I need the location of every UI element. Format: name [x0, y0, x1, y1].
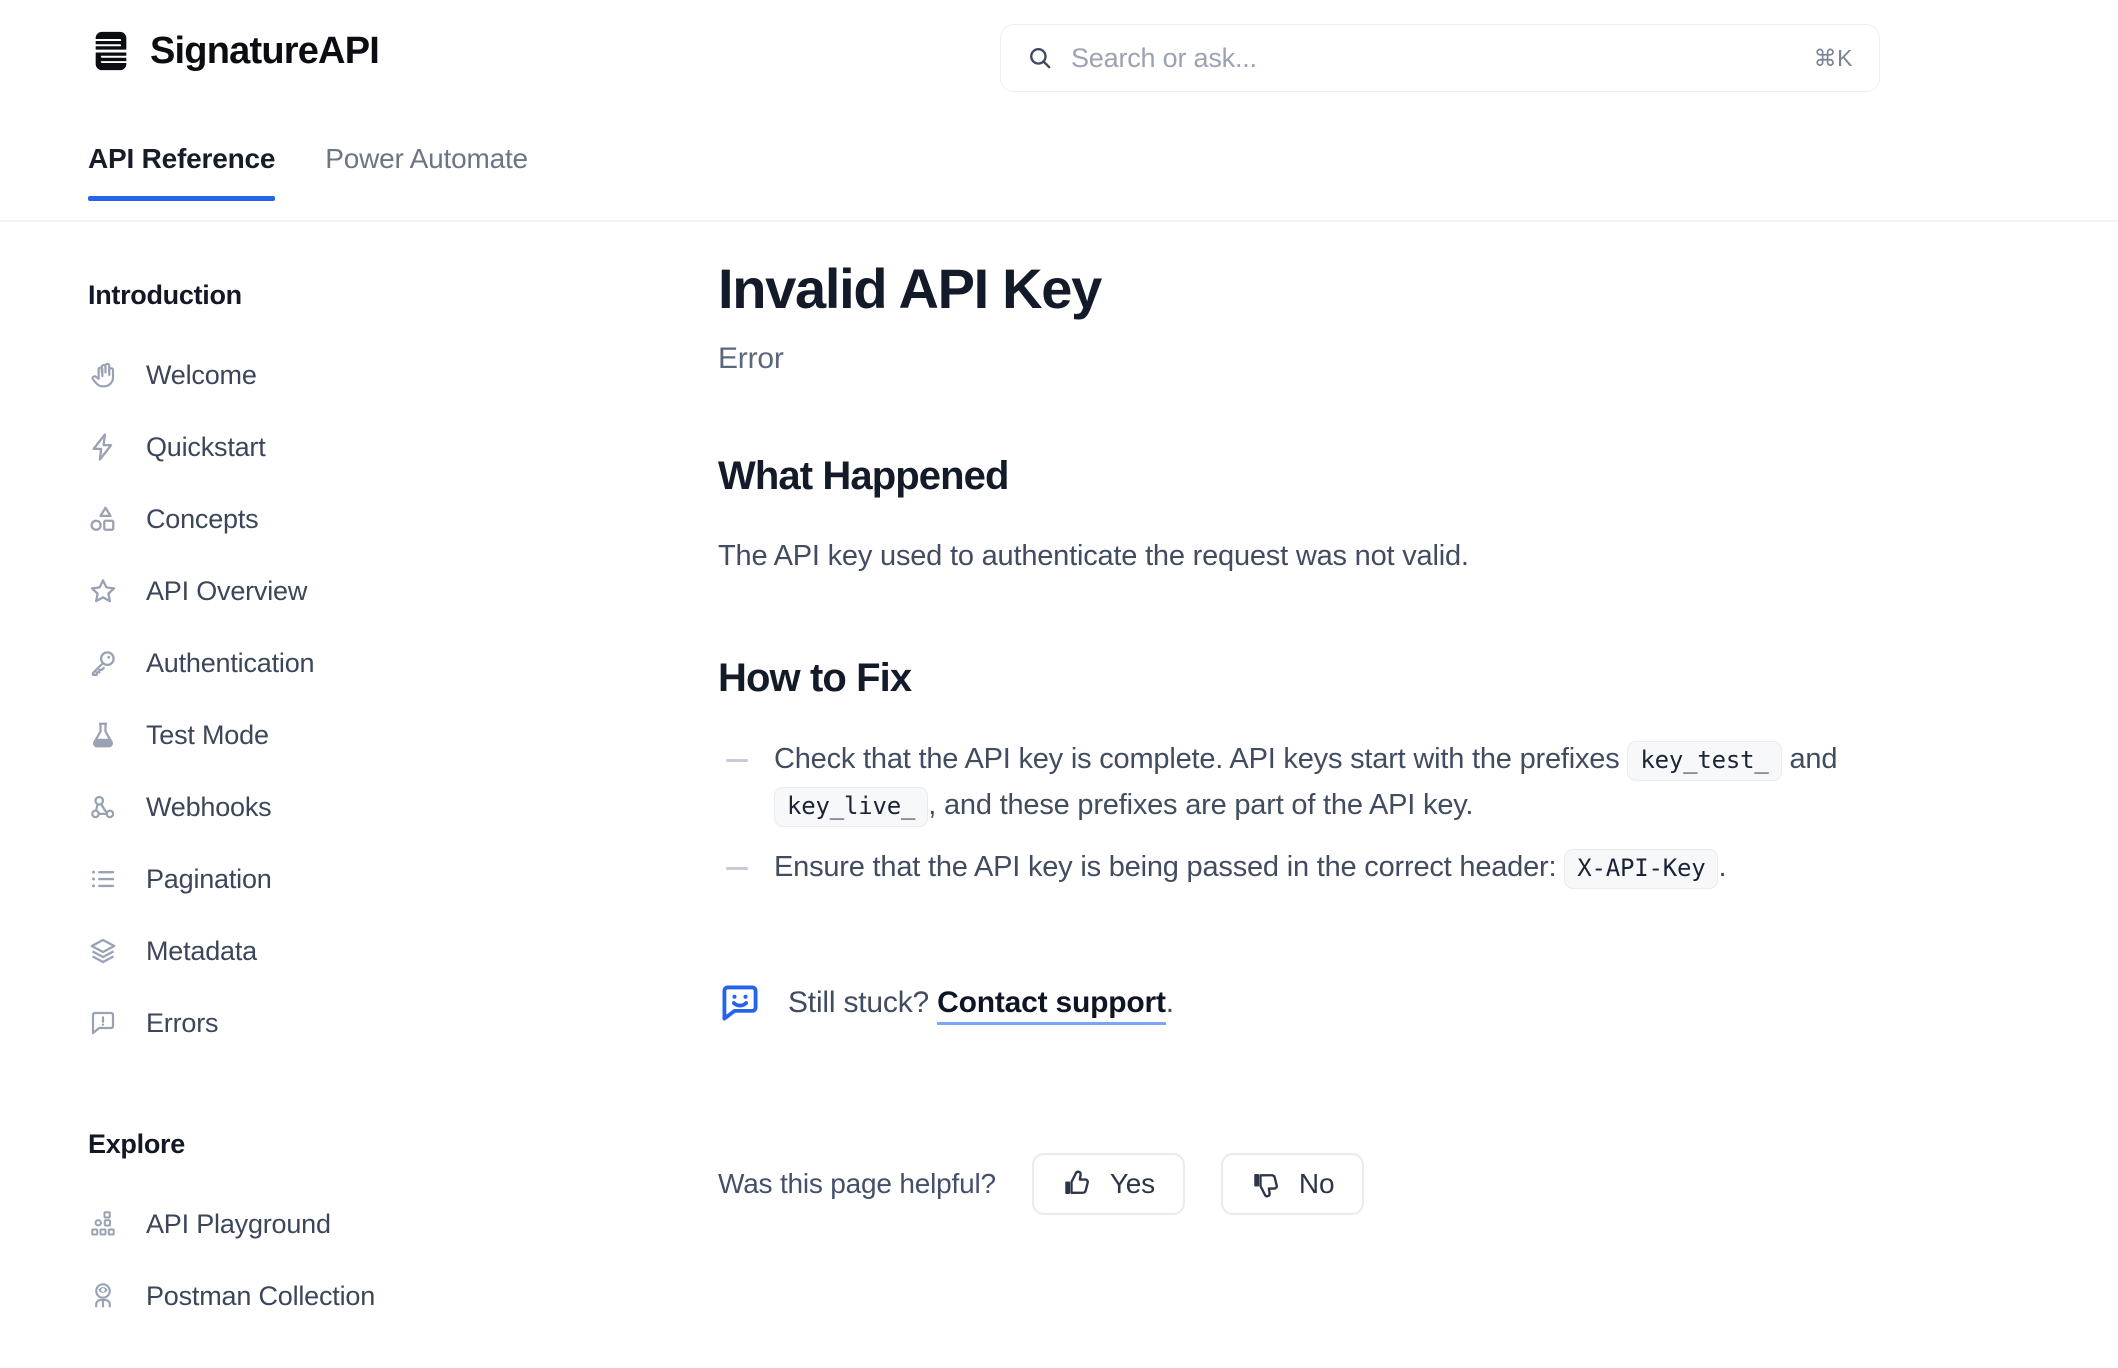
feedback-yes-button[interactable]: Yes: [1031, 1152, 1185, 1215]
list-icon: [88, 864, 118, 894]
list-item-text: and: [1781, 743, 1838, 776]
webhook-icon: [88, 792, 118, 822]
sidebar-item-pagination[interactable]: Pagination: [88, 843, 700, 915]
search-input[interactable]: Search or ask...: [1071, 43, 1796, 74]
feedback-no-button[interactable]: No: [1220, 1152, 1365, 1215]
tab-api-reference[interactable]: API Reference: [88, 127, 276, 201]
section-heading-what-happened: What Happened: [718, 453, 1009, 498]
sidebar-group-title-introduction: Introduction: [88, 280, 242, 310]
sidebar-item-quickstart[interactable]: Quickstart: [88, 411, 700, 483]
how-to-fix-list: Check that the API key is complete. API …: [718, 737, 1998, 890]
main-content: Invalid API Key Error What Happened The …: [700, 222, 2118, 1215]
search-icon: [1027, 45, 1053, 71]
search-shortcut-hint: ⌘K: [1813, 44, 1853, 71]
sidebar-item-concepts[interactable]: Concepts: [88, 483, 700, 555]
sidebar-nav: Introduction Welcome Quickstart Concepts…: [0, 222, 700, 1332]
contact-support-link[interactable]: Contact support: [937, 985, 1166, 1025]
sidebar-item-webhooks[interactable]: Webhooks: [88, 771, 700, 843]
feedback-question: Was this page helpful?: [718, 1167, 996, 1199]
astronaut-icon: [88, 1281, 118, 1311]
tab-power-automate[interactable]: Power Automate: [325, 127, 528, 199]
waving-hand-icon: [88, 360, 118, 390]
sidebar-item-authentication[interactable]: Authentication: [88, 627, 700, 699]
code-chip-key-live: key_live_: [774, 786, 929, 827]
feedback-no-label: No: [1298, 1167, 1335, 1199]
shapes-icon: [88, 504, 118, 534]
sidebar-item-metadata[interactable]: Metadata: [88, 915, 700, 987]
sidebar-item-label: Concepts: [146, 503, 259, 534]
sidebar-item-label: Pagination: [146, 863, 272, 894]
list-item-text: Ensure that the API key is being passed …: [774, 850, 1565, 883]
thumbs-down-icon: [1251, 1169, 1281, 1199]
code-chip-x-api-key: X-API-Key: [1564, 848, 1719, 889]
key-icon: [88, 648, 118, 678]
sidebar-item-label: Quickstart: [146, 431, 266, 462]
list-item-text: , and these prefixes are part of the API…: [928, 788, 1474, 821]
sidebar-item-api-overview[interactable]: API Overview: [88, 555, 700, 627]
brand-name: SignatureAPI: [150, 29, 380, 72]
list-item-text: .: [1718, 850, 1727, 883]
search-bar[interactable]: Search or ask... ⌘K: [1000, 24, 1880, 92]
page-subtitle: Error: [718, 341, 784, 375]
section-paragraph-what-happened: The API key used to authenticate the req…: [718, 539, 1469, 572]
brand[interactable]: SignatureAPI: [88, 28, 380, 74]
feedback-row: Was this page helpful? Yes No: [718, 1152, 1998, 1215]
docs-page: SignatureAPI Search or ask... ⌘K API Ref…: [0, 0, 2118, 1368]
message-alert-icon: [88, 1008, 118, 1038]
code-chip-key-test: key_test_: [1627, 741, 1782, 782]
still-stuck-text: Still stuck? Contact support.: [788, 985, 1174, 1025]
list-item-text: Check that the API key is complete. API …: [774, 743, 1628, 776]
section-heading-how-to-fix: How to Fix: [718, 656, 912, 701]
still-stuck-row: Still stuck? Contact support.: [718, 981, 1998, 1025]
top-header: SignatureAPI Search or ask... ⌘K: [0, 0, 2118, 127]
page-title: Invalid API Key: [718, 257, 1102, 320]
feedback-yes-label: Yes: [1109, 1167, 1155, 1199]
sidebar-item-test-mode[interactable]: Test Mode: [88, 699, 700, 771]
sidebar-item-label: Postman Collection: [146, 1280, 376, 1311]
thumbs-up-icon: [1062, 1169, 1092, 1199]
primary-tabs: API Reference Power Automate: [0, 127, 2118, 222]
list-item: Ensure that the API key is being passed …: [718, 845, 1998, 891]
network-nodes-icon: [88, 1209, 118, 1239]
sidebar-item-label: Webhooks: [146, 791, 272, 822]
sidebar-group-title-explore: Explore: [88, 1129, 185, 1159]
lightning-bolt-icon: [88, 432, 118, 462]
flask-icon: [88, 720, 118, 750]
sidebar-item-label: API Overview: [146, 575, 308, 606]
sidebar-item-welcome[interactable]: Welcome: [88, 339, 700, 411]
chat-smile-icon: [718, 981, 762, 1025]
signature-s-logo-icon: [88, 28, 134, 74]
sidebar-item-errors[interactable]: Errors: [88, 987, 700, 1059]
sidebar-item-label: Welcome: [146, 359, 257, 390]
sidebar-item-label: API Playground: [146, 1208, 331, 1239]
list-item: Check that the API key is complete. API …: [718, 737, 1998, 829]
still-stuck-prefix: Still stuck?: [788, 985, 938, 1019]
star-icon: [88, 576, 118, 606]
sidebar-item-label: Metadata: [146, 935, 257, 966]
sidebar-item-label: Errors: [146, 1007, 219, 1038]
still-stuck-suffix: .: [1165, 985, 1174, 1019]
sidebar-item-label: Test Mode: [146, 719, 269, 750]
sidebar-item-postman-collection[interactable]: Postman Collection: [88, 1260, 700, 1332]
sidebar-item-label: Authentication: [146, 647, 315, 678]
sidebar-item-api-playground[interactable]: API Playground: [88, 1188, 700, 1260]
layers-icon: [88, 936, 118, 966]
